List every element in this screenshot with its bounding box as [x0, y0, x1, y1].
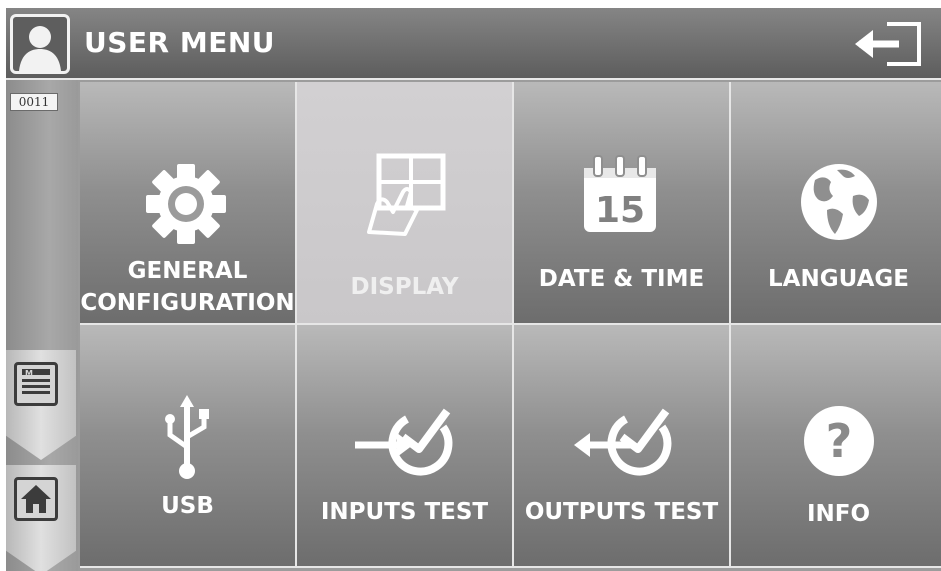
- tile-label: LANGUAGE: [768, 266, 909, 292]
- user-avatar-icon[interactable]: [10, 14, 70, 74]
- header-bar: USER MENU: [6, 8, 941, 80]
- output-test-icon: [574, 408, 672, 476]
- terminal-code: 0011: [10, 93, 58, 111]
- tile-label: USB: [161, 493, 214, 519]
- tile-inputs-test[interactable]: INPUTS TEST: [297, 325, 514, 568]
- tile-label: INFO: [806, 501, 871, 527]
- input-test-icon: [355, 408, 453, 476]
- page-title: USER MENU: [84, 26, 275, 59]
- tile-date-time[interactable]: 15 DATE & TIME: [514, 82, 731, 325]
- tile-label-line2: CONFIGURATION: [80, 290, 295, 316]
- tile-label: OUTPUTS TEST: [524, 499, 719, 525]
- touch-screen-icon: [367, 153, 446, 236]
- tile-general-configuration[interactable]: GENERAL CONFIGURATION: [80, 82, 297, 325]
- help-symbol: ?: [826, 414, 853, 468]
- manual-menu-icon: M: [14, 362, 58, 406]
- tile-label-line1: GENERAL: [127, 258, 248, 284]
- tile-usb[interactable]: USB: [80, 325, 297, 568]
- tile-outputs-test[interactable]: OUTPUTS TEST: [514, 325, 731, 568]
- menu-grid: GENERAL CONFIGURATION DISPLAY 15 DATE & …: [80, 82, 941, 571]
- calendar-day: 15: [595, 190, 645, 231]
- manual-menu-button[interactable]: M: [6, 350, 76, 460]
- home-icon: [14, 477, 58, 521]
- tile-display[interactable]: DISPLAY: [297, 82, 514, 325]
- tile-language[interactable]: LANGUAGE: [731, 82, 941, 325]
- globe-icon: [801, 164, 877, 240]
- tile-label: INPUTS TEST: [320, 499, 489, 525]
- tile-info[interactable]: ? INFO: [731, 325, 941, 568]
- tile-label: DATE & TIME: [538, 266, 705, 292]
- help-icon: ?: [804, 406, 874, 476]
- svg-text:M: M: [25, 369, 33, 378]
- gear-icon: [146, 164, 226, 244]
- calendar-icon: 15: [584, 155, 656, 232]
- tile-label: DISPLAY: [350, 274, 459, 300]
- logout-icon[interactable]: [851, 18, 931, 70]
- usb-icon: [165, 395, 209, 479]
- sidebar: 0011 M: [6, 80, 78, 571]
- home-button[interactable]: [6, 465, 76, 571]
- screen: USER MENU 0011 M GENERAL CONFIGURATION D…: [6, 8, 941, 571]
